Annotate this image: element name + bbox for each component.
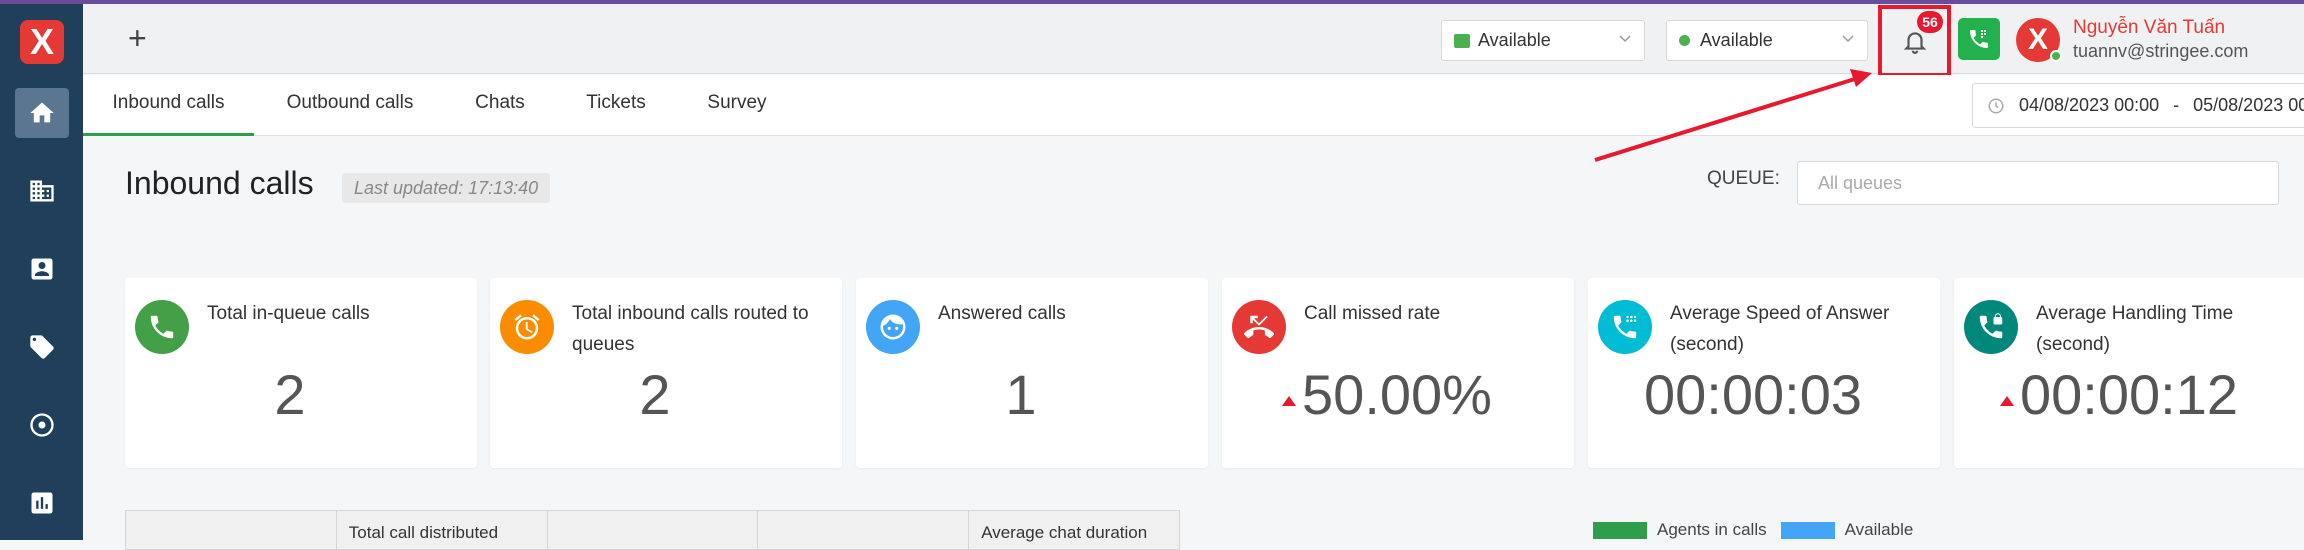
stat-card-missed-rate: Call missed rate 50.00% — [1222, 278, 1574, 468]
user-name[interactable]: Nguyễn Văn Tuấn — [2073, 17, 2225, 39]
sidebar: X — [0, 4, 83, 540]
status-dot-icon — [1679, 35, 1690, 46]
face-icon — [866, 300, 920, 354]
legend-item[interactable]: Agents in calls — [1593, 520, 1767, 540]
legend-swatch — [1780, 521, 1835, 539]
legend-label: Agents in calls — [1657, 520, 1767, 539]
contact-icon[interactable] — [15, 244, 69, 294]
chat-icon — [1454, 33, 1470, 48]
table-header-cell[interactable]: Total call distributed — [337, 511, 548, 549]
tab-tickets[interactable]: Tickets — [566, 75, 666, 136]
chevron-down-icon — [1842, 35, 1854, 43]
stat-label: Average Speed of Answer (second) — [1670, 303, 1890, 355]
stat-label: Total in-queue calls — [207, 303, 370, 324]
tag-icon[interactable] — [15, 322, 69, 372]
building-icon[interactable] — [15, 166, 69, 216]
alarm-icon — [500, 300, 554, 354]
home-icon[interactable] — [15, 88, 69, 138]
avatar-text: X — [2027, 23, 2048, 56]
chart-legend: Agents in calls Available — [1593, 520, 1927, 540]
avatar[interactable]: X — [2016, 18, 2062, 62]
queue-select[interactable] — [1797, 161, 2279, 205]
online-indicator — [2050, 50, 2062, 62]
tab-inbound-calls[interactable]: Inbound calls — [83, 75, 254, 136]
notification-button[interactable]: 56 — [1878, 5, 1951, 77]
stat-value: 2 — [639, 363, 671, 426]
queue-label: QUEUE: — [1707, 168, 1780, 189]
add-button[interactable]: + — [128, 22, 147, 54]
stat-label: Answered calls — [938, 303, 1066, 324]
legend-item[interactable]: Available — [1780, 520, 1914, 540]
stat-label: Call missed rate — [1304, 303, 1441, 324]
stat-card-routed: Total inbound calls routed to queues 2 — [490, 278, 842, 468]
stat-value: 1 — [1005, 363, 1037, 426]
trend-up-icon — [2000, 396, 2014, 406]
chevron-down-icon — [1619, 35, 1631, 43]
stat-value: 00:00:12 — [2020, 363, 2238, 426]
stat-card-handling-time: Average Handling Time (second) 00:00:12 — [1954, 278, 2304, 468]
stat-value: 00:00:03 — [1644, 363, 1862, 426]
chat-status-value: Available — [1478, 30, 1551, 50]
trend-up-icon — [1282, 396, 1297, 406]
softphone-button[interactable] — [1958, 18, 2000, 60]
user-email: tuannv@stringee.com — [2073, 41, 2249, 61]
call-status-value: Available — [1700, 30, 1773, 50]
legend-swatch — [1593, 521, 1647, 539]
stat-label: Average Handling Time (second) — [2036, 303, 2234, 355]
table-header-cell[interactable]: Average chat duration — [969, 511, 1179, 549]
dialpad-icon — [1598, 300, 1652, 354]
table-header: Total call distributed Average chat dura… — [125, 510, 1180, 550]
tab-bar: Inbound calls Outbound calls Chats Ticke… — [83, 75, 2304, 136]
phone-icon — [135, 300, 189, 354]
legend-label: Available — [1844, 520, 1914, 539]
header-bar: + Available Available 56 X Nguyễn Văn Tu… — [83, 4, 2304, 77]
date-separator: - — [2173, 95, 2180, 115]
call-status-select[interactable]: Available — [1666, 20, 1868, 61]
stat-card-in-queue: Total in-queue calls 2 — [125, 278, 477, 468]
stat-label: Total inbound calls routed to queues — [572, 303, 809, 355]
stat-value-wrap: 00:00:12 — [1954, 362, 2284, 427]
phone-lock-icon — [1964, 300, 2018, 354]
date-end: 05/08/2023 00:00 — [2193, 95, 2304, 115]
stat-value: 2 — [274, 363, 306, 426]
phone-dialpad-icon — [1970, 30, 1988, 48]
stat-value: 50.00% — [1302, 363, 1492, 426]
last-updated-badge: Last updated: 17:13:40 — [342, 173, 551, 203]
stat-value-wrap: 50.00% — [1222, 362, 1552, 427]
clock-icon — [1988, 98, 2004, 113]
table-header-cell[interactable] — [126, 511, 337, 549]
report-icon[interactable] — [15, 478, 69, 528]
missed-call-icon — [1232, 300, 1286, 354]
target-icon[interactable] — [15, 400, 69, 450]
tab-chats[interactable]: Chats — [455, 75, 545, 136]
app-logo[interactable]: X — [20, 20, 64, 64]
notification-badge: 56 — [1917, 11, 1943, 33]
stat-card-speed-of-answer: Average Speed of Answer (second) 00:00:0… — [1588, 278, 1940, 468]
date-range-picker[interactable]: 04/08/2023 00:00 - 05/08/2023 00:00 — [1972, 83, 2304, 128]
stat-card-answered: Answered calls 1 — [856, 278, 1208, 468]
tab-survey[interactable]: Survey — [687, 75, 787, 136]
table-header-cell[interactable] — [758, 511, 970, 549]
tab-outbound-calls[interactable]: Outbound calls — [270, 75, 430, 136]
page-title: Inbound calls — [125, 165, 314, 201]
date-start: 04/08/2023 00:00 — [2019, 95, 2160, 115]
table-header-cell[interactable] — [548, 511, 759, 549]
chat-status-select[interactable]: Available — [1441, 20, 1645, 61]
